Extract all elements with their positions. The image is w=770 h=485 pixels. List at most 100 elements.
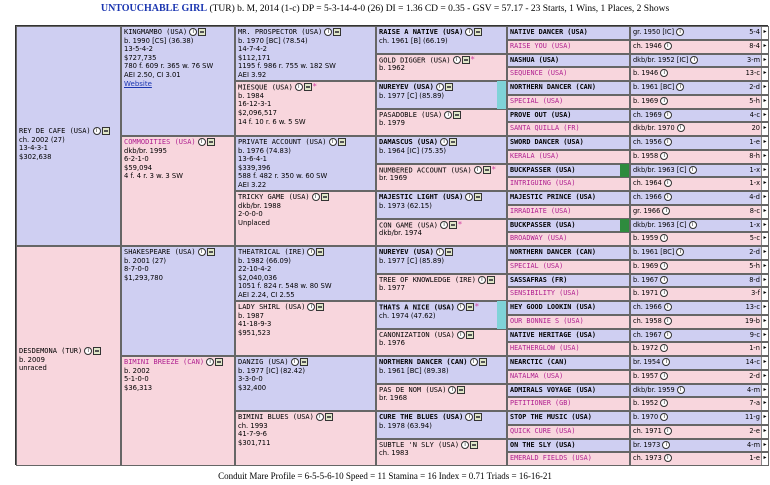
info-icon[interactable]: i — [473, 165, 482, 174]
gen4-ancestor[interactable]: RAISE A NATIVE (USA) i ch. 1961 [B] (66.19… — [376, 26, 507, 54]
expand-arrow-icon[interactable]: ▸ — [761, 27, 768, 39]
ancestor-name[interactable]: HEY GOOD LOOKIN (USA) — [510, 303, 596, 311]
ancestor-name[interactable]: SENSIBILITY (USA) — [510, 289, 580, 297]
ancestor-name[interactable]: PROVE OUT (USA) — [510, 111, 571, 119]
gen4-ancestor[interactable]: GOLD DIGGER (USA) i * b. 1962 — [376, 53, 507, 81]
info-icon[interactable]: i — [465, 193, 474, 201]
info-icon[interactable]: i — [663, 303, 672, 311]
ancestor-name[interactable]: LADY SHIRL (USA) — [238, 303, 305, 311]
gen5-ancestor[interactable]: QUICK CURE (USA) — [507, 424, 630, 439]
ancestor-name[interactable]: MIESQUE (USA) — [238, 83, 293, 91]
ancestor-name[interactable]: SHAKESPEARE (USA) — [124, 248, 196, 256]
video-icon[interactable] — [206, 138, 215, 146]
ancestor-name[interactable]: TREE OF KNOWLEDGE (IRE) — [379, 276, 476, 284]
info-icon[interactable]: i — [660, 96, 669, 105]
gen5-ancestor[interactable]: HEATHERGLOW (USA) — [507, 342, 630, 356]
video-icon[interactable] — [449, 220, 458, 229]
expand-arrow-icon[interactable]: ▸ — [761, 205, 768, 218]
gen4-ancestor[interactable]: NUMBERED ACCOUNT (USA) i * br. 1969 — [376, 163, 507, 191]
gen4-ancestor[interactable]: CON GAME (USA) i * dkb/br. 1974 — [376, 218, 507, 246]
gen5-ancestor[interactable]: RAISE YOU (USA) — [507, 39, 630, 54]
gen5-ancestor[interactable]: ON THE SLY (USA) — [507, 438, 630, 453]
video-icon[interactable] — [482, 165, 491, 174]
ancestor-name[interactable]: RAISE A NATIVE (USA) — [379, 28, 463, 36]
info-icon[interactable]: i — [660, 151, 669, 160]
info-icon[interactable]: i — [663, 316, 672, 325]
info-icon[interactable]: i — [660, 413, 669, 421]
info-icon[interactable]: i — [676, 28, 685, 36]
video-icon[interactable] — [474, 193, 483, 201]
gen1-ancestor[interactable]: REY DE CAFE (USA) i ch. 2002 (27) 13-4-3-1 $… — [16, 26, 121, 246]
gen4-ancestor[interactable]: PAS DE NOM (USA) i br. 1968 — [376, 383, 507, 411]
ancestor-name[interactable]: SPECIAL (USA) — [510, 97, 563, 105]
video-icon[interactable] — [101, 127, 110, 135]
ancestor-name[interactable]: KINGMAMBO (USA) — [124, 28, 187, 36]
gen4-ancestor[interactable]: CANONIZATION (USA) i b. 1976 — [376, 328, 507, 356]
ancestor-name[interactable]: BUCKPASSER (USA) — [510, 166, 575, 174]
ancestor-name[interactable]: PASADOBLE (USA) — [379, 111, 442, 119]
info-icon[interactable]: i — [688, 165, 697, 174]
gen3-ancestor[interactable]: THEATRICAL (IRE) i b. 1982 (66.09) 22-10-4-… — [235, 246, 376, 301]
info-icon[interactable]: i — [662, 358, 671, 366]
ancestor-name[interactable]: NASHUA (USA) — [510, 56, 559, 64]
info-icon[interactable]: i — [444, 110, 453, 119]
ancestor-name[interactable]: HEATHERGLOW (USA) — [510, 344, 580, 352]
ancestor-name[interactable]: DESDEMONA (TUR) — [19, 347, 82, 355]
gen5-ancestor[interactable]: NEARCTIC (CAN) — [507, 356, 630, 370]
gen5-ancestor[interactable]: OUR BONNIE S (USA) — [507, 314, 630, 329]
expand-arrow-icon[interactable]: ▸ — [761, 123, 768, 135]
info-icon[interactable]: i — [660, 371, 669, 380]
video-icon[interactable] — [465, 303, 474, 312]
gen4-ancestor[interactable]: NUREYEV (USA) i b. 1977 [C] (85.89) — [376, 81, 507, 109]
gen5-ancestor[interactable]: NATIVE HERITAGE (USA) — [507, 328, 630, 343]
ancestor-name[interactable]: NATIVE HERITAGE (USA) — [510, 331, 596, 339]
website-link[interactable]: Website — [124, 80, 232, 89]
info-icon[interactable]: i — [452, 55, 461, 64]
video-icon[interactable] — [303, 83, 312, 92]
ancestor-name[interactable]: RAISE YOU (USA) — [510, 42, 571, 50]
info-icon[interactable]: i — [660, 399, 669, 408]
info-icon[interactable]: i — [690, 55, 699, 64]
expand-arrow-icon[interactable]: ▸ — [761, 82, 768, 94]
expand-arrow-icon[interactable]: ▸ — [761, 95, 768, 108]
gen5-ancestor[interactable]: BROADWAY (USA) — [507, 232, 630, 246]
ancestor-name[interactable]: SUBTLE 'N SLY (USA) — [379, 441, 459, 449]
gen5-ancestor[interactable]: STOP THE MUSIC (USA) — [507, 411, 630, 425]
info-icon[interactable]: i — [663, 41, 672, 50]
gen5-ancestor[interactable]: NORTHERN DANCER (CAN) — [507, 81, 630, 95]
ancestor-name[interactable]: REY DE CAFE (USA) — [19, 127, 91, 135]
gen5-ancestor[interactable]: ADMIRALS VOYAGE (USA) — [507, 383, 630, 398]
info-icon[interactable]: i — [324, 28, 333, 36]
ancestor-name[interactable]: SWORD DANCER (USA) — [510, 138, 584, 146]
video-icon[interactable] — [198, 28, 207, 36]
gen5-ancestor[interactable]: MAJESTIC PRINCE (USA) — [507, 191, 630, 205]
info-icon[interactable]: i — [307, 248, 316, 256]
info-icon[interactable]: i — [197, 138, 206, 146]
video-icon[interactable] — [93, 347, 102, 355]
gen5-ancestor[interactable]: SPECIAL (USA) — [507, 94, 630, 109]
ancestor-name[interactable]: MAJESTIC PRINCE (USA) — [510, 193, 596, 201]
gen2-ancestor[interactable]: BIMINI BREEZE (CAN) i b. 2002 5-1-0-0 $36,31… — [121, 356, 235, 466]
ancestor-name[interactable]: NUMBERED ACCOUNT (USA) — [379, 166, 472, 174]
video-icon[interactable] — [461, 55, 470, 64]
info-icon[interactable]: i — [440, 138, 449, 146]
expand-arrow-icon[interactable]: ▸ — [761, 137, 768, 149]
info-icon[interactable]: i — [189, 28, 198, 36]
expand-arrow-icon[interactable]: ▸ — [761, 233, 768, 245]
expand-arrow-icon[interactable]: ▸ — [761, 109, 768, 122]
video-icon[interactable] — [457, 385, 466, 394]
video-icon[interactable] — [453, 110, 462, 119]
gen3-ancestor[interactable]: LADY SHIRL (USA) i b. 1987 41-18-9-3 $951,52… — [235, 301, 376, 356]
info-icon[interactable]: i — [663, 426, 672, 435]
expand-arrow-icon[interactable]: ▸ — [761, 329, 768, 342]
gen4-ancestor[interactable]: THATS A NICE (USA) i * ch. 1974 (47.62) — [376, 301, 507, 329]
gen5-ancestor[interactable]: INTRIGUING (USA) — [507, 177, 630, 191]
info-icon[interactable]: i — [307, 303, 316, 311]
expand-arrow-icon[interactable]: ▸ — [761, 54, 768, 67]
horse-name[interactable]: UNTOUCHABLE GIRL — [101, 3, 207, 14]
info-icon[interactable]: i — [660, 261, 669, 270]
gen1-ancestor[interactable]: DESDEMONA (TUR) i b. 2009 unraced — [16, 246, 121, 466]
ancestor-name[interactable]: EMERALD FIELDS (USA) — [510, 454, 592, 462]
ancestor-name[interactable]: PRIVATE ACCOUNT (USA) — [238, 138, 327, 146]
expand-arrow-icon[interactable]: ▸ — [761, 384, 768, 397]
